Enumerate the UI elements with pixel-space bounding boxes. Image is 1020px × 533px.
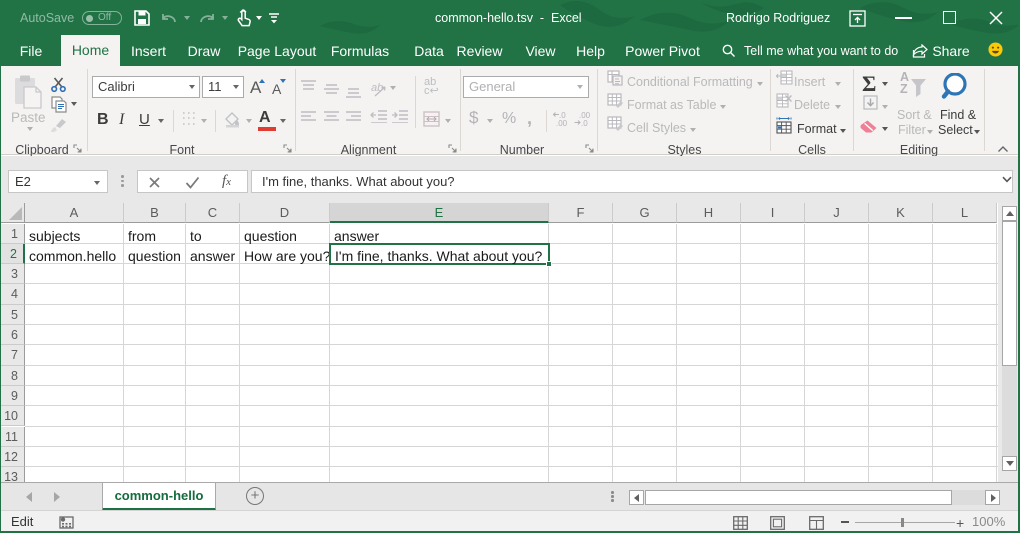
svg-text:.0: .0 bbox=[581, 119, 588, 127]
svg-text:ab: ab bbox=[371, 82, 383, 94]
svg-text:.00: .00 bbox=[556, 119, 568, 127]
